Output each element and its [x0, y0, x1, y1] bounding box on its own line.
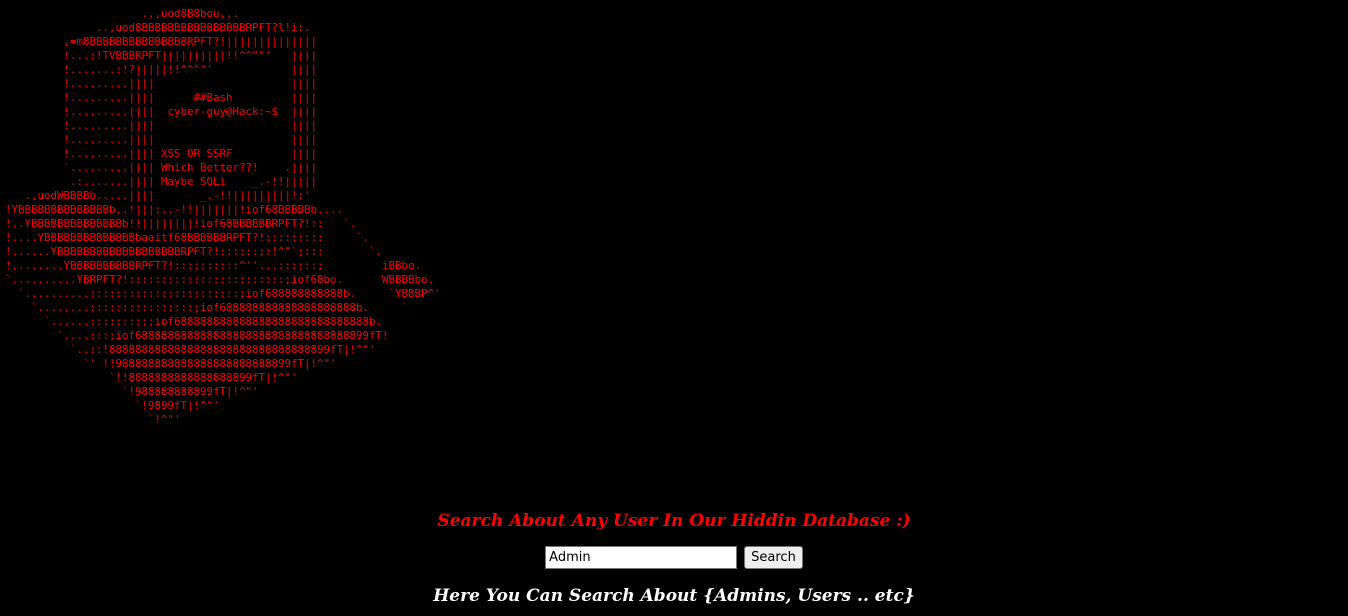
search-input[interactable] [545, 546, 738, 569]
search-form: Search [0, 546, 1348, 569]
search-hint: Here You Can Search About {Admins, Users… [433, 586, 915, 606]
ascii-art-banner: .,,uod8B8bou,,. ..,uod8BBBBBBBBBBBBBBBBR… [5, 7, 441, 426]
page-headline: Search About Any User In Our Hiddin Data… [437, 511, 911, 531]
search-button[interactable]: Search [744, 546, 803, 569]
page: .,,uod8B8bou,,. ..,uod8BBBBBBBBBBBBBBBBR… [0, 0, 1348, 616]
